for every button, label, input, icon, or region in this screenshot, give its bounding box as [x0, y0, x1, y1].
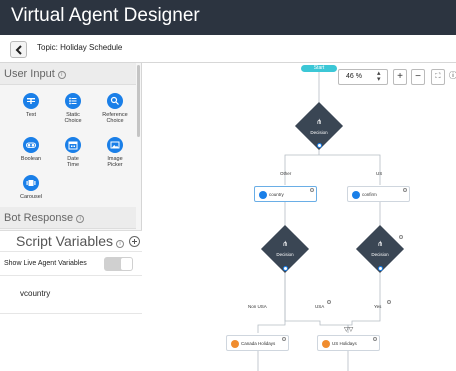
back-button[interactable] [10, 41, 27, 58]
gear-icon[interactable] [403, 188, 407, 192]
info-icon[interactable]: ⓘ [449, 69, 456, 85]
toggle-knob [121, 258, 132, 270]
gear-icon[interactable] [310, 188, 314, 192]
bot-response-heading: Bot Response [4, 212, 74, 224]
zoom-value: 46 % [346, 73, 362, 80]
zoom-select[interactable]: 46 % ▴ ▾ [338, 69, 388, 85]
tool-image-picker-label: Image Picker [107, 156, 123, 168]
confirm-node[interactable]: confirm [347, 186, 410, 202]
text-icon [23, 93, 39, 109]
tool-date-time[interactable]: Date Time [53, 137, 93, 168]
canada-holidays-node[interactable]: Canada Holidays [226, 335, 289, 351]
show-live-agent-variables-row: Show Live Agent Variables [0, 252, 142, 276]
decision-label: Decision [310, 130, 328, 135]
tool-static-choice[interactable]: Static Choice [53, 93, 93, 124]
topic-bar: Topic: Holiday Schedule [0, 35, 456, 63]
app-title: Virtual Agent Designer [11, 5, 200, 26]
tool-text-label: Text [25, 112, 37, 118]
country-node[interactable]: country [254, 186, 317, 202]
tool-carousel[interactable]: Carousel [11, 175, 51, 200]
canada-holidays-label: Canada Holidays [241, 341, 276, 346]
tool-static-choice-label: Static Choice [64, 112, 82, 124]
text-icon [259, 191, 267, 199]
tool-carousel-label: Carousel [19, 194, 42, 200]
script-icon [322, 340, 330, 348]
info-icon[interactable]: i [76, 215, 85, 223]
show-live-agent-variables-label: Show Live Agent Variables [4, 260, 87, 267]
gear-icon[interactable] [399, 235, 403, 239]
edge-label-usa: USA [315, 304, 325, 309]
flow-canvas[interactable]: Start 46 % ▴ ▾ + − ⛶ ⓘ ⋔ Decision Other U… [143, 63, 456, 371]
tool-image-picker[interactable]: Image Picker [95, 137, 135, 168]
fit-screen-icon: ⛶ [435, 73, 441, 80]
script-icon [231, 340, 239, 348]
tool-text[interactable]: Text [11, 93, 51, 118]
decision-icon: ⋔ [316, 119, 322, 126]
sidebar-scrollbar[interactable] [137, 65, 140, 137]
image-icon [107, 137, 123, 153]
confirm-node-label: confirm [362, 192, 377, 197]
decision-icon: ⋔ [377, 241, 383, 248]
boolean-icon [352, 191, 360, 199]
script-variables-heading: Script Variables [16, 233, 114, 249]
bot-response-section-header[interactable]: Bot Response i [0, 207, 136, 229]
edge-label-us: US [376, 171, 383, 176]
edge-label-non-usa: Non USA [248, 304, 267, 309]
edge-label-other: Other [280, 171, 292, 176]
gear-icon[interactable] [373, 337, 377, 341]
script-variables-header[interactable]: Script Variables i [0, 230, 142, 252]
info-icon[interactable]: i [57, 71, 66, 79]
sidebar: User Input i Text Static Choice Reference… [0, 63, 142, 371]
decision-label: Decision [371, 252, 389, 257]
variable-name: vcountry [20, 289, 51, 298]
add-variable-icon[interactable] [129, 236, 140, 247]
user-input-section-header[interactable]: User Input i [0, 63, 136, 85]
chevron-left-icon [15, 45, 22, 55]
zoom-out-button[interactable]: − [411, 69, 425, 85]
merge-arrows-icon: ▽▽ [344, 327, 354, 333]
tool-reference-choice[interactable]: Reference Choice [95, 93, 135, 124]
edge-label-yes: Yes [374, 304, 382, 309]
decision-icon: ⋔ [282, 241, 288, 248]
zoom-in-button[interactable]: + [393, 69, 407, 85]
us-holidays-node[interactable]: US Holidays [317, 335, 380, 351]
fit-screen-button[interactable]: ⛶ [431, 69, 445, 85]
search-icon [107, 93, 123, 109]
info-icon[interactable]: i [116, 240, 125, 248]
tool-date-time-label: Date Time [66, 156, 80, 168]
tool-boolean-label: Boolean [20, 156, 42, 162]
country-node-label: country [269, 192, 284, 197]
gear-icon[interactable] [387, 300, 391, 304]
connector-port[interactable] [378, 266, 383, 271]
us-holidays-label: US Holidays [332, 341, 357, 346]
list-icon [65, 93, 81, 109]
connector-port[interactable] [317, 143, 322, 148]
connector-port[interactable] [283, 266, 288, 271]
start-node[interactable]: Start [301, 65, 337, 72]
gear-icon[interactable] [327, 300, 331, 304]
flow-edges [257, 72, 381, 371]
decision-label: Decision [276, 252, 294, 257]
chevron-updown-icon: ▴ ▾ [377, 70, 381, 83]
carousel-icon [23, 175, 39, 191]
toggle-icon [23, 137, 39, 153]
tool-boolean[interactable]: Boolean [11, 137, 51, 162]
show-live-agent-variables-toggle[interactable] [104, 257, 133, 271]
list-item[interactable]: vcountry [0, 276, 142, 314]
calendar-icon [65, 137, 81, 153]
script-variable-list: vcountry [0, 276, 142, 371]
tool-reference-choice-label: Reference Choice [102, 112, 128, 124]
app-titlebar: Virtual Agent Designer [0, 0, 456, 35]
topic-title: Topic: Holiday Schedule [37, 43, 123, 52]
user-input-heading: User Input [4, 68, 55, 80]
gear-icon[interactable] [282, 337, 286, 341]
